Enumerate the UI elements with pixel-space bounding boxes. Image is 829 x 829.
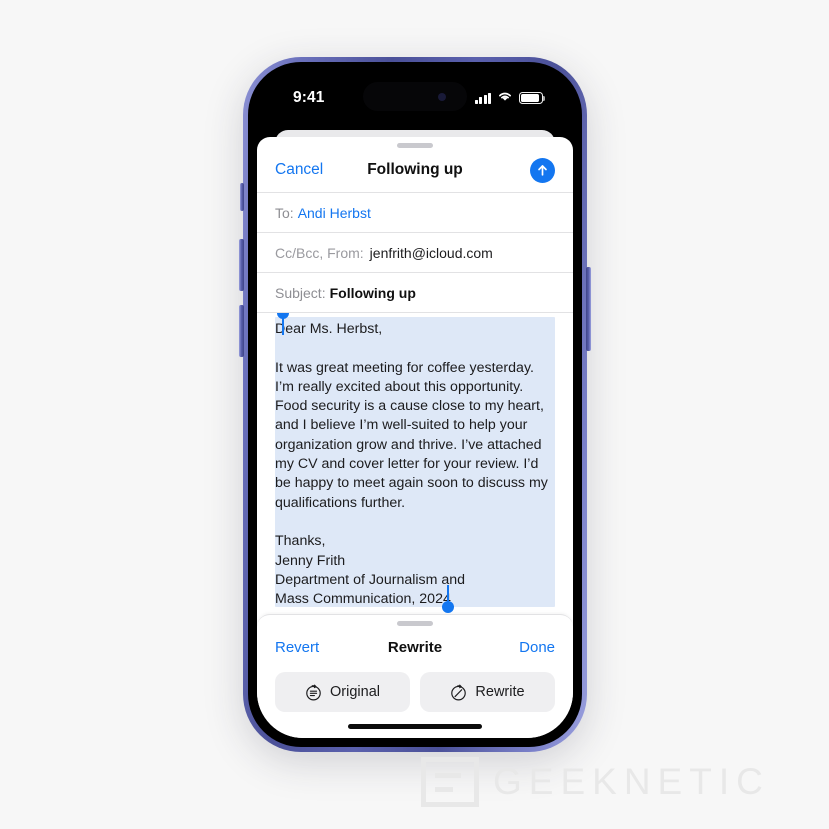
phone-bezel: 9:41 Cancel Following up To: Andi Herbst… [248, 62, 582, 747]
compose-navigation-bar: Cancel Following up [257, 148, 573, 192]
rewrite-button[interactable]: Rewrite [420, 672, 555, 712]
rewrite-toolbar: Revert Rewrite Done [257, 626, 573, 668]
mail-compose-sheet: Cancel Following up To: Andi Herbst Cc/B… [257, 137, 573, 738]
cellular-signal-icon [474, 92, 491, 104]
subject-value[interactable]: Following up [330, 285, 416, 301]
watermark-text: GEEKNETIC [493, 761, 770, 802]
send-button[interactable] [530, 157, 555, 183]
silent-switch[interactable] [240, 183, 244, 211]
cancel-button[interactable]: Cancel [275, 161, 323, 179]
rewrite-action-row: Original Rewrite [257, 668, 573, 712]
geeknetic-logo-icon [421, 757, 479, 807]
to-recipient-value[interactable]: Andi Herbst [298, 205, 371, 221]
cc-from-label: Cc/Bcc, From: [275, 244, 364, 261]
original-button-label: Original [330, 684, 380, 700]
status-bar-icons [474, 89, 546, 107]
phone-screen: 9:41 Cancel Following up To: Andi Herbst… [257, 71, 573, 738]
status-bar: 9:41 [257, 71, 573, 125]
wifi-icon [497, 89, 513, 107]
volume-down-button[interactable] [239, 305, 244, 357]
selection-handle-end[interactable] [442, 601, 454, 613]
from-address-value[interactable]: jenfrith@icloud.com [370, 245, 493, 261]
status-bar-time: 9:41 [293, 89, 325, 106]
face-id-sensor-icon [438, 92, 446, 101]
watermark: GEEKNETIC [421, 757, 770, 807]
rewrite-panel: Revert Rewrite Done Original Rewrite [257, 614, 573, 738]
mail-body-text[interactable]: Dear Ms. Herbst, It was great meeting fo… [275, 313, 555, 609]
original-button[interactable]: Original [275, 672, 410, 712]
phone-device: 9:41 Cancel Following up To: Andi Herbst… [239, 57, 591, 752]
rewrite-wand-circle-icon [450, 684, 467, 701]
battery-icon [519, 92, 546, 104]
subject-label: Subject: [275, 284, 326, 301]
send-arrow-up-icon [535, 163, 550, 178]
rewrite-button-label: Rewrite [475, 684, 525, 700]
field-row-to[interactable]: To: Andi Herbst [257, 192, 573, 232]
original-text-circle-icon [305, 684, 322, 701]
mail-body-area[interactable]: Dear Ms. Herbst, It was great meeting fo… [257, 312, 573, 614]
to-label: To: [275, 204, 294, 221]
home-indicator[interactable] [348, 724, 482, 729]
volume-up-button[interactable] [239, 239, 244, 291]
field-row-subject[interactable]: Subject: Following up [257, 272, 573, 312]
power-button[interactable] [586, 267, 591, 351]
dynamic-island [363, 82, 467, 111]
field-row-cc-from[interactable]: Cc/Bcc, From: jenfrith@icloud.com [257, 232, 573, 272]
done-button[interactable]: Done [519, 639, 555, 656]
revert-button[interactable]: Revert [275, 639, 319, 656]
